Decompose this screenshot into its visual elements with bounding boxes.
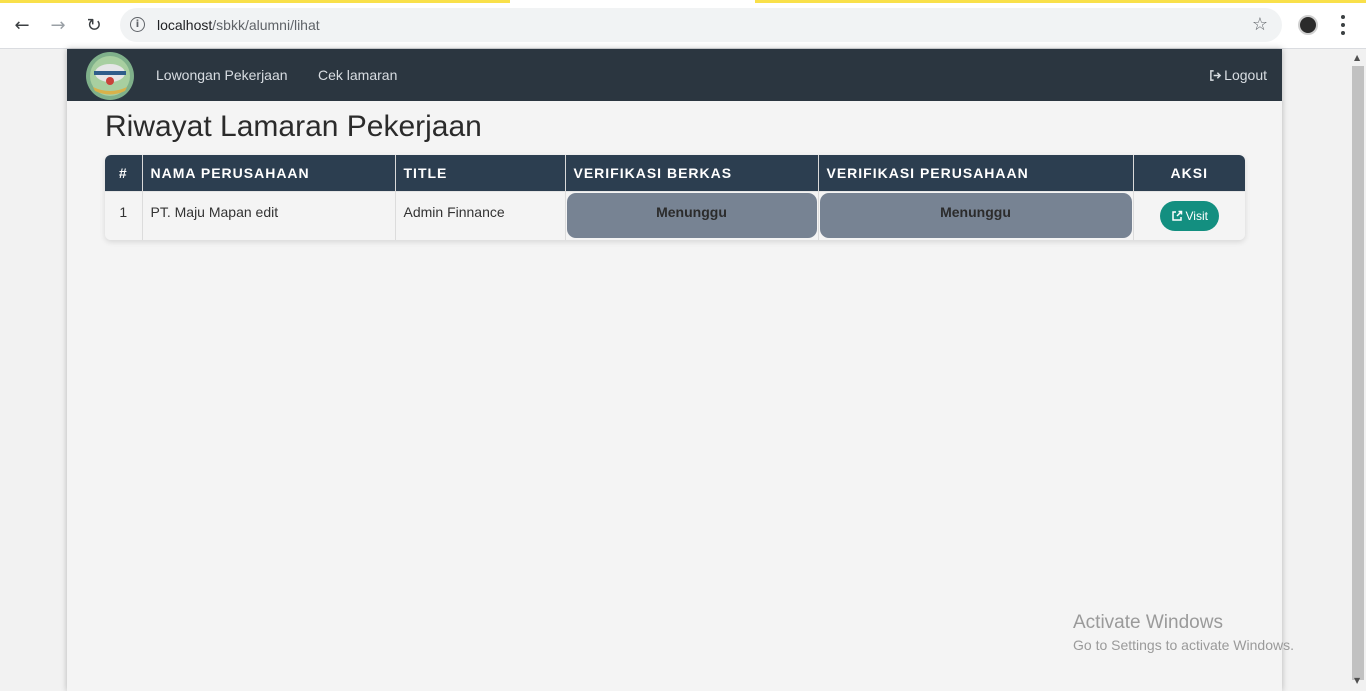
- sign-out-icon: [1210, 69, 1222, 81]
- column-header-number: #: [105, 155, 143, 191]
- windows-activation-watermark: Activate Windows Go to Settings to activ…: [1073, 612, 1294, 653]
- cell-verifikasi-berkas: Menunggu: [565, 190, 819, 240]
- url-host: localhost: [157, 17, 213, 33]
- profile-avatar-icon[interactable]: [1298, 15, 1318, 35]
- column-header-verifikasi-perusahaan: VERIFIKASI PERUSAHAAN: [818, 155, 1134, 191]
- site-info-icon[interactable]: i: [130, 17, 145, 32]
- column-header-aksi: AKSI: [1133, 155, 1245, 191]
- nav-link-lowongan-pekerjaan[interactable]: Lowongan Pekerjaan: [156, 67, 288, 83]
- cell-title: Admin Finnance: [395, 190, 566, 240]
- browser-menu-icon[interactable]: [1336, 13, 1350, 37]
- logout-link[interactable]: Logout: [1209, 67, 1267, 83]
- column-header-company: NAMA PERUSAHAAN: [142, 155, 396, 191]
- external-link-icon: [1171, 210, 1182, 221]
- column-header-verifikasi-berkas: VERIFIKASI BERKAS: [565, 155, 819, 191]
- logout-label: Logout: [1224, 67, 1267, 83]
- reload-icon[interactable]: ↻: [81, 12, 107, 38]
- cell-aksi: Visit: [1133, 190, 1245, 240]
- table-row: 1 PT. Maju Mapan edit Admin Finnance Men…: [105, 190, 1245, 240]
- active-tab-gap: [510, 0, 755, 3]
- address-bar[interactable]: i localhost/sbkk/alumni/lihat ☆: [120, 8, 1282, 42]
- main-container: Lowongan Pekerjaan Cek lamaran Logout Ri…: [67, 49, 1282, 691]
- cell-verifikasi-perusahaan: Menunggu: [818, 190, 1134, 240]
- scrollbar-thumb[interactable]: [1352, 66, 1364, 680]
- cell-company: PT. Maju Mapan edit: [142, 190, 396, 240]
- visit-button-label: Visit: [1185, 208, 1208, 223]
- column-header-title: TITLE: [395, 155, 566, 191]
- watermark-line1: Activate Windows: [1073, 612, 1223, 633]
- bookmark-star-icon[interactable]: ☆: [1252, 14, 1268, 35]
- status-badge-perusahaan: Menunggu: [819, 192, 1132, 238]
- top-navbar: Lowongan Pekerjaan Cek lamaran Logout: [67, 49, 1282, 101]
- page-viewport: Lowongan Pekerjaan Cek lamaran Logout Ri…: [0, 49, 1350, 691]
- table-header-row: # NAMA PERUSAHAAN TITLE VERIFIKASI BERKA…: [105, 155, 1245, 191]
- visit-button[interactable]: Visit: [1159, 200, 1219, 231]
- vertical-scrollbar[interactable]: ▲ ▼: [1350, 49, 1366, 691]
- page-title: Riwayat Lamaran Pekerjaan: [105, 110, 482, 143]
- scroll-up-arrow-icon[interactable]: ▲: [1354, 53, 1360, 62]
- forward-arrow-icon[interactable]: →: [45, 12, 71, 38]
- school-logo-icon[interactable]: [81, 51, 139, 101]
- applications-table: # NAMA PERUSAHAAN TITLE VERIFIKASI BERKA…: [105, 155, 1245, 240]
- cell-number: 1: [105, 190, 143, 240]
- url-path: /sbkk/alumni/lihat: [212, 17, 320, 33]
- scroll-down-arrow-icon[interactable]: ▼: [1354, 676, 1360, 685]
- back-arrow-icon[interactable]: ←: [9, 12, 35, 38]
- status-badge-berkas: Menunggu: [566, 192, 817, 238]
- watermark-line2: Go to Settings to activate Windows.: [1073, 637, 1294, 653]
- browser-toolbar: ← → ↻ i localhost/sbkk/alumni/lihat ☆: [0, 0, 1366, 49]
- url-text[interactable]: localhost/sbkk/alumni/lihat: [157, 17, 320, 33]
- nav-link-cek-lamaran[interactable]: Cek lamaran: [318, 67, 397, 83]
